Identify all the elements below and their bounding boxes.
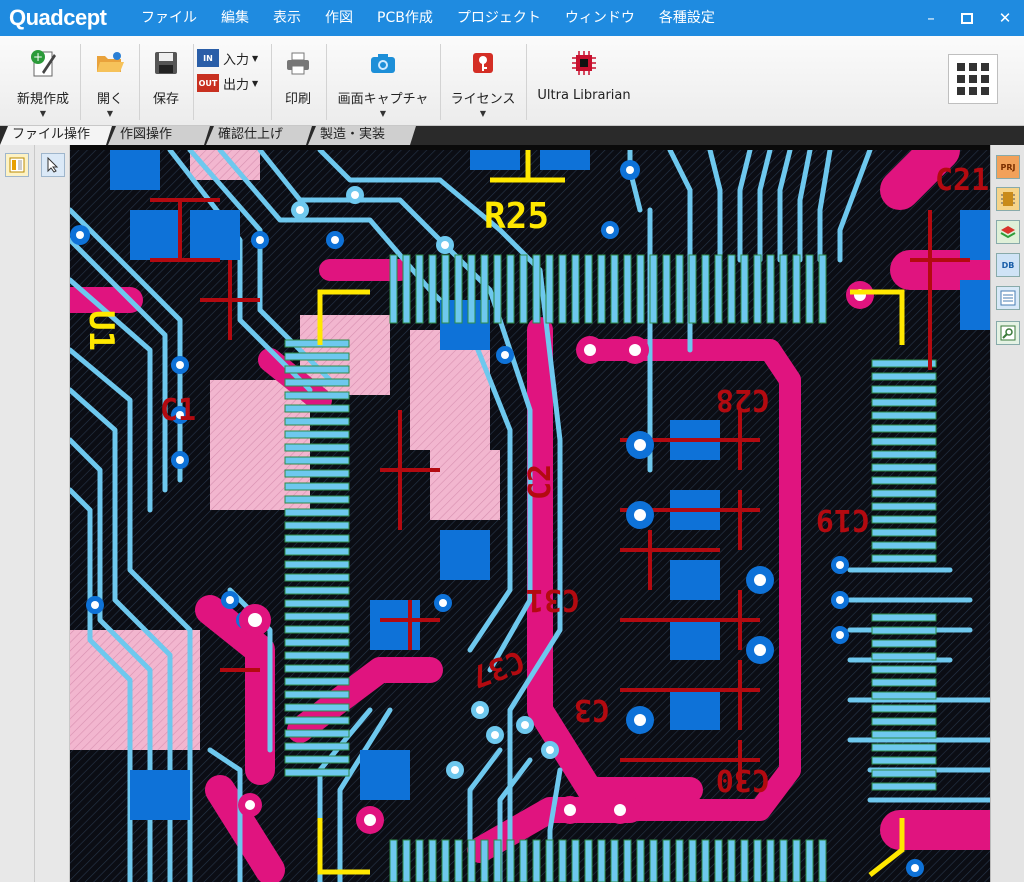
tab-draw-ops[interactable]: 作図操作: [108, 126, 210, 145]
svg-text:+: +: [33, 50, 43, 64]
menu-view[interactable]: 表示: [261, 0, 313, 36]
menu-file[interactable]: ファイル: [129, 0, 209, 36]
menu-pcb[interactable]: PCB作成: [365, 0, 445, 36]
license-button[interactable]: ライセンス ▼: [446, 40, 520, 122]
chevron-down-icon: ▼: [379, 109, 387, 118]
ribbon-divider: [326, 44, 327, 120]
output-button[interactable]: OUT 出力 ▼: [197, 71, 258, 95]
maximize-button[interactable]: [950, 0, 984, 36]
menu-draw[interactable]: 作図: [313, 0, 365, 36]
panel-icon: [9, 157, 25, 173]
new-document-icon: +: [27, 46, 59, 80]
layer-panel-button[interactable]: [5, 153, 29, 177]
printer-icon: [282, 46, 314, 80]
refdes-u1: U1: [81, 310, 121, 351]
menu-project[interactable]: プロジェクト: [445, 0, 553, 36]
title-bar: Quadcept ファイル 編集 表示 作図 PCB作成 プロジェクト ウィンド…: [0, 0, 1024, 36]
component-icon: [1001, 192, 1015, 206]
output-icon: OUT: [197, 74, 219, 92]
menu-edit[interactable]: 編集: [209, 0, 261, 36]
open-label: 開く: [96, 92, 123, 107]
refdes-c1x: C1: [160, 393, 196, 428]
project-panel-button[interactable]: PRJ: [996, 155, 1020, 179]
refdes-c21: C21: [935, 163, 989, 198]
refdes-c31: C31: [526, 582, 580, 617]
chip-icon: [568, 46, 600, 80]
print-button[interactable]: 印刷: [278, 40, 318, 122]
layers-panel-button[interactable]: [996, 220, 1020, 244]
attributes-panel-button[interactable]: [996, 286, 1020, 310]
app-grid-button[interactable]: [948, 54, 998, 104]
app-logo: Quadcept: [9, 5, 107, 30]
refdes-r25: R25: [484, 196, 549, 237]
menu-settings[interactable]: 各種設定: [647, 0, 727, 36]
image-preview-icon: [1000, 325, 1016, 341]
ribbon-toolbar: + 新規作成 ▼ 開く ▼ 保存 IN 入力 ▼ OUT 出力 ▼ 印刷 画面キ…: [0, 36, 1024, 126]
save-label: 保存: [152, 92, 179, 107]
chevron-down-icon: ▼: [252, 53, 259, 63]
refdes-c30: C30: [716, 762, 770, 797]
output-label: 出力: [223, 77, 250, 93]
input-button[interactable]: IN 入力 ▼: [197, 46, 258, 70]
folder-open-icon: [94, 46, 126, 80]
right-panel-strip: PRJ DB: [990, 145, 1024, 882]
ribbon-divider: [193, 44, 194, 120]
ribbon-divider: [526, 44, 527, 120]
new-button[interactable]: + 新規作成 ▼: [12, 40, 74, 122]
ultra-librarian-label: Ultra Librarian: [537, 88, 631, 103]
chevron-down-icon: ▼: [252, 78, 259, 88]
input-label: 入力: [223, 52, 250, 68]
database-panel-button[interactable]: DB: [996, 253, 1020, 277]
tab-check-finish[interactable]: 確認仕上げ: [206, 126, 312, 145]
screen-capture-button[interactable]: 画面キャプチャ ▼: [333, 40, 433, 122]
menu-window[interactable]: ウィンドウ: [553, 0, 647, 36]
select-tool-button[interactable]: [41, 153, 65, 177]
tab-file-ops[interactable]: ファイル操作: [0, 126, 112, 145]
chevron-down-icon: ▼: [106, 109, 114, 118]
refdes-c28: C28: [716, 382, 770, 417]
preview-panel-button[interactable]: [996, 321, 1020, 345]
ribbon-divider: [139, 44, 140, 120]
license-label: ライセンス: [450, 92, 516, 107]
pcb-canvas[interactable]: R25 U1 C21 C28 C19 C31 C37 C30 C3 C2 C1: [70, 150, 990, 882]
new-label: 新規作成: [16, 92, 69, 107]
print-label: 印刷: [284, 92, 311, 107]
screen-capture-label: 画面キャプチャ: [337, 92, 429, 107]
refdes-c19: C19: [816, 502, 870, 537]
layers-icon: [1000, 226, 1016, 239]
ribbon-divider: [271, 44, 272, 120]
license-key-icon: [467, 46, 499, 80]
refdes-c2x: C2: [523, 464, 558, 500]
chevron-down-icon: ▼: [479, 109, 487, 118]
grid-icon: [957, 63, 965, 71]
open-button[interactable]: 開く ▼: [90, 40, 130, 122]
save-disk-icon: [150, 46, 182, 80]
ultra-librarian-button[interactable]: Ultra Librarian: [532, 40, 636, 122]
maximize-icon: [961, 12, 973, 24]
save-button[interactable]: 保存: [146, 40, 186, 122]
list-icon: [1000, 290, 1016, 306]
input-icon: IN: [197, 49, 219, 67]
pcb-board-view[interactable]: R25 U1 C21 C28 C19 C31 C37 C30 C3 C2 C1: [70, 150, 990, 882]
tab-manufacturing[interactable]: 製造・実装: [308, 126, 416, 145]
cursor-arrow-icon: [47, 157, 59, 173]
ribbon-tabs: ファイル操作 作図操作 確認仕上げ 製造・実装: [0, 126, 1024, 145]
close-button[interactable]: ✕: [988, 0, 1022, 36]
camera-icon: [367, 46, 399, 80]
ribbon-divider: [80, 44, 81, 120]
part-panel-button[interactable]: [996, 187, 1020, 211]
chevron-down-icon: ▼: [39, 109, 47, 118]
refdes-c3x: C3: [574, 692, 610, 727]
left-tool-strip: [0, 145, 70, 882]
minimize-button[interactable]: –: [914, 0, 948, 36]
ribbon-divider: [440, 44, 441, 120]
